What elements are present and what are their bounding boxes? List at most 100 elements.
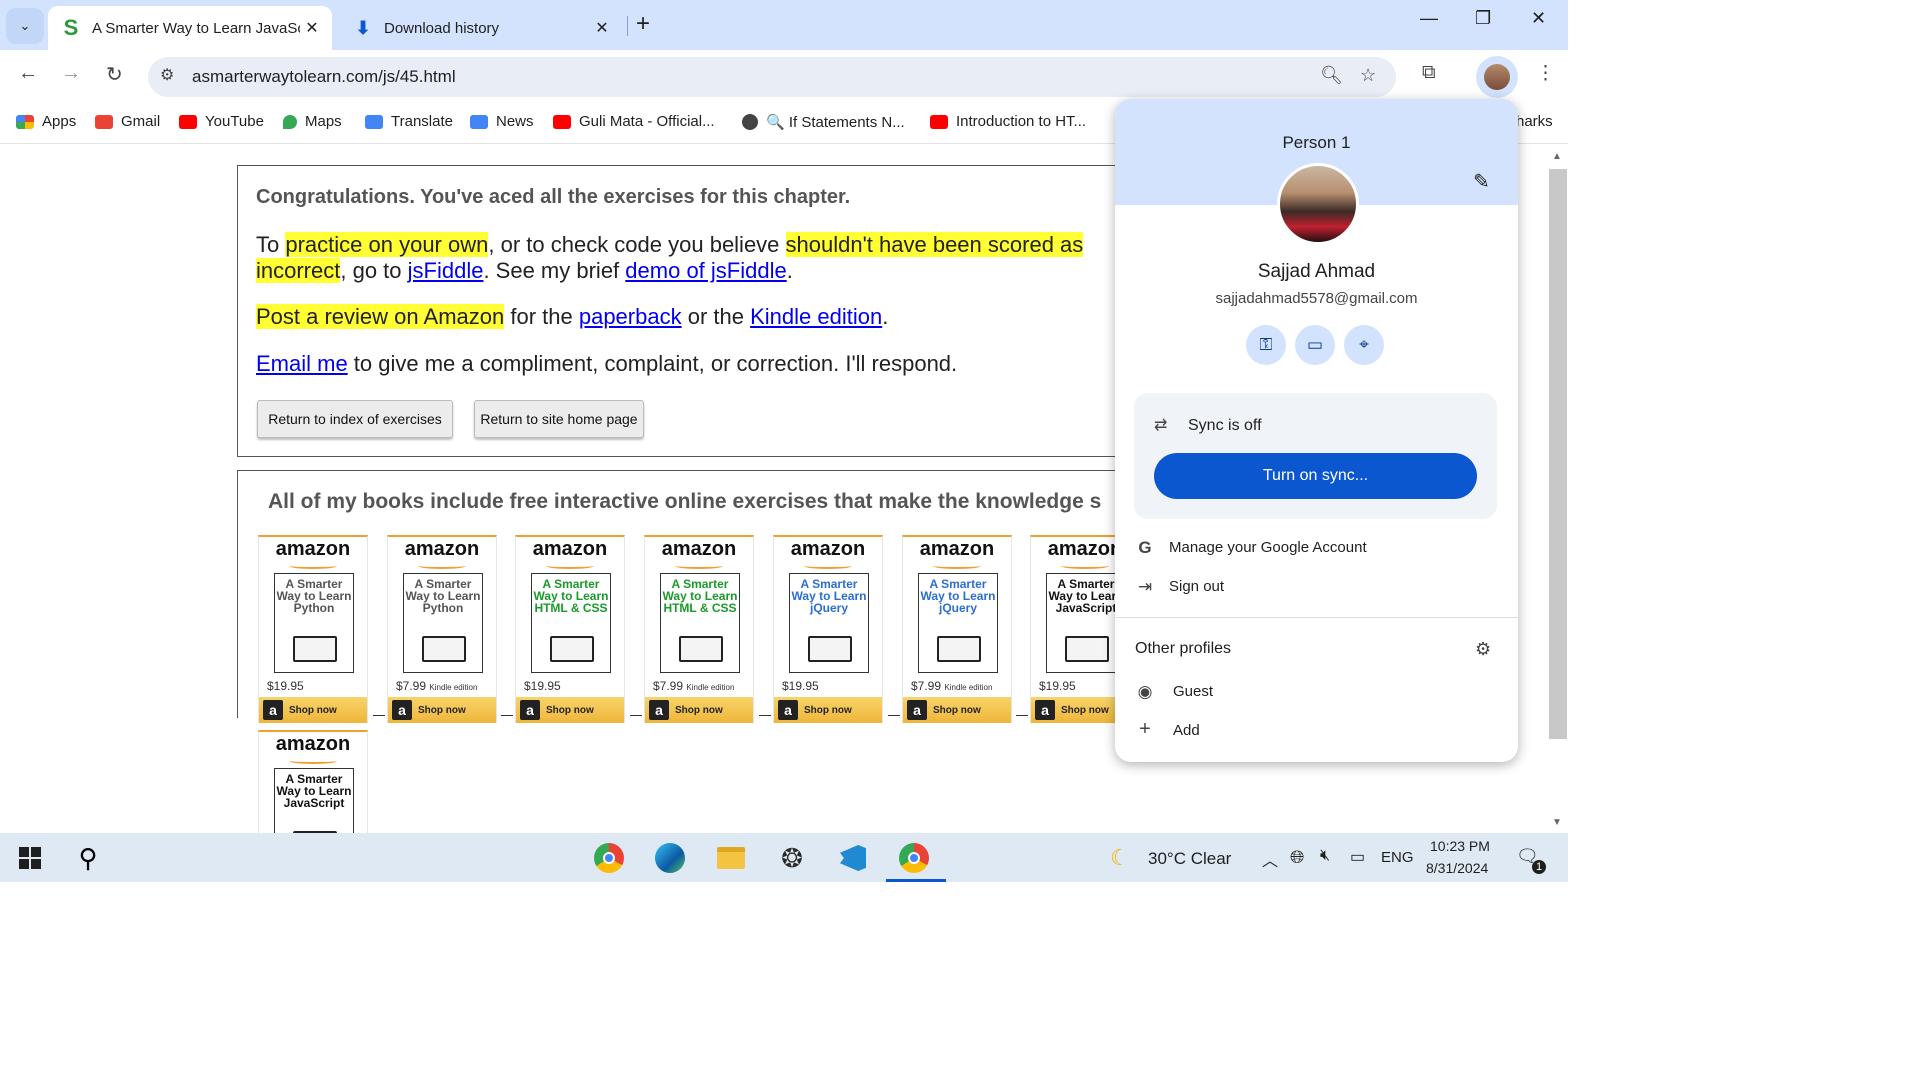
book-card[interactable]: amazon A Smarter Way to Learn Python $19.9… xyxy=(258,535,368,723)
profile-button[interactable] xyxy=(1476,56,1518,98)
return-home-button[interactable]: Return to site home page xyxy=(474,400,644,438)
turn-on-sync-button[interactable]: Turn on sync... xyxy=(1154,453,1477,499)
addresses-pin-icon[interactable]: ⌖ xyxy=(1344,325,1384,365)
network-globe-icon[interactable]: 🌐︎ xyxy=(1290,847,1304,868)
book-card[interactable]: amazon A Smarter Way to Learn jQuery $7.99… xyxy=(902,535,1012,723)
tab-download-history[interactable]: ⬇ Download history ✕ xyxy=(340,6,622,50)
bookmark-youtube[interactable]: YouTube xyxy=(179,113,264,130)
url-text[interactable]: asmarterwaytolearn.com/js/45.html xyxy=(192,67,456,87)
sign-out-item[interactable]: ⇥ Sign out xyxy=(1115,569,1518,605)
price-value: $7.99 xyxy=(911,679,942,693)
paperback-link[interactable]: paperback xyxy=(579,304,682,329)
bookmark-all-bookmarks[interactable]: harks xyxy=(1516,113,1553,130)
book-card[interactable]: amazon A Smarter Way to Learn HTML & CSS $… xyxy=(644,535,754,723)
amazon-logo: amazon xyxy=(790,538,866,560)
bookmark-guli-mata[interactable]: Guli Mata - Official... xyxy=(553,113,715,130)
clock-date[interactable]: 8/31/2024 xyxy=(1426,860,1488,876)
language-indicator[interactable]: ENG xyxy=(1381,849,1414,866)
amazon-smile-icon xyxy=(804,563,852,569)
bookmark-label: YouTube xyxy=(205,113,264,130)
demo-jsfiddle-link[interactable]: demo of jsFiddle xyxy=(625,258,786,283)
profile-avatar xyxy=(1277,163,1359,245)
book-card[interactable]: amazon A Smarter Way to Learn JavaScript xyxy=(258,730,368,833)
separator-dash xyxy=(759,715,771,716)
book-cover: A Smarter Way to Learn JavaScript xyxy=(1046,573,1126,673)
guest-profile-item[interactable]: ◉ Guest xyxy=(1115,674,1518,710)
site-info-icon[interactable]: ⚙ xyxy=(160,65,174,85)
return-index-button[interactable]: Return to index of exercises xyxy=(257,400,453,438)
file-explorer-taskbar-icon[interactable] xyxy=(715,842,747,874)
forward-button[interactable]: → xyxy=(61,62,81,85)
show-hidden-icons-chevron-icon[interactable]: ︿ xyxy=(1262,847,1278,871)
chatgpt-taskbar-icon[interactable]: ❂ xyxy=(776,842,808,874)
reload-button[interactable]: ↻ xyxy=(106,62,123,87)
close-window-button[interactable]: ✕ xyxy=(1531,8,1546,29)
text: . xyxy=(882,304,889,329)
tab-strip: ⌄ S A Smarter Way to Learn JavaScr ✕ ⬇ D… xyxy=(0,0,1568,50)
youtube-icon xyxy=(179,114,197,129)
tab-search-button[interactable]: ⌄ xyxy=(6,8,44,44)
payment-card-icon[interactable]: ▭ xyxy=(1295,325,1335,365)
extensions-icon[interactable]: ⧉ xyxy=(1422,62,1436,84)
address-bar[interactable]: ⚙ asmarterwaytolearn.com/js/45.html 🔍︎ ☆ xyxy=(148,57,1396,97)
shop-now-button[interactable]: a Shop now xyxy=(645,697,753,723)
scroll-up-icon[interactable]: ▲ xyxy=(1552,151,1562,162)
edge-taskbar-icon[interactable] xyxy=(654,842,686,874)
new-tab-button[interactable]: + xyxy=(636,10,650,38)
shop-now-button[interactable]: a Shop now xyxy=(774,697,882,723)
shop-now-button[interactable]: a Shop now xyxy=(903,697,1011,723)
manage-google-account-item[interactable]: G Manage your Google Account xyxy=(1115,530,1518,566)
weather-text[interactable]: 30°C Clear xyxy=(1148,849,1231,869)
zoom-icon[interactable]: 🔍︎ xyxy=(1320,65,1343,86)
email-me-link[interactable]: Email me xyxy=(256,351,348,376)
tab-active[interactable]: S A Smarter Way to Learn JavaScr ✕ xyxy=(48,6,332,50)
minimize-button[interactable]: — xyxy=(1420,8,1438,29)
windows-start-icon[interactable] xyxy=(14,842,46,874)
book-card[interactable]: amazon A Smarter Way to Learn Python $7.99… xyxy=(387,535,497,723)
clock-time[interactable]: 10:23 PM xyxy=(1430,838,1490,854)
manage-profiles-gear-icon[interactable]: ⚙ xyxy=(1475,639,1491,660)
edit-pencil-icon[interactable]: ✎ xyxy=(1473,169,1490,194)
chrome-active-taskbar-icon[interactable] xyxy=(898,842,930,874)
separator-dash xyxy=(501,715,513,716)
bookmark-apps[interactable]: Apps xyxy=(16,113,76,130)
edition-label: Kindle edition xyxy=(429,683,478,692)
page-scrollbar[interactable]: ▲ ▼ xyxy=(1548,145,1568,833)
close-tab-icon[interactable]: ✕ xyxy=(590,18,614,38)
bookmark-intro-html[interactable]: Introduction to HT... xyxy=(930,113,1086,130)
bookmark-gmail[interactable]: Gmail xyxy=(95,113,160,130)
menu-kebab-icon[interactable]: ⋮ xyxy=(1536,62,1555,85)
kindle-edition-link[interactable]: Kindle edition xyxy=(750,304,882,329)
restore-button[interactable]: ❐ xyxy=(1475,8,1491,29)
volume-muted-icon[interactable]: 🔇︎ xyxy=(1320,847,1330,865)
bookmark-maps[interactable]: Maps xyxy=(283,113,342,130)
books-heading: All of my books include free interactive… xyxy=(268,490,1102,513)
shop-now-label: Shop now xyxy=(1061,704,1109,716)
bookmark-translate[interactable]: Translate xyxy=(365,113,453,130)
bookmark-if-statements[interactable]: 🔍 If Statements N... xyxy=(742,113,905,131)
shop-now-button[interactable]: a Shop now xyxy=(388,697,496,723)
book-title: A Smarter Way to Learn jQuery xyxy=(791,577,867,615)
shop-now-button[interactable]: a Shop now xyxy=(259,697,367,723)
book-cover: A Smarter Way to Learn Python xyxy=(274,573,354,673)
passwords-key-icon[interactable]: ⚿ xyxy=(1246,325,1286,365)
close-tab-icon[interactable]: ✕ xyxy=(300,18,324,38)
chrome-taskbar-icon[interactable] xyxy=(593,842,625,874)
book-card[interactable]: amazon A Smarter Way to Learn jQuery $19.9… xyxy=(773,535,883,723)
weather-moon-icon: ☾ xyxy=(1110,845,1130,870)
amazon-a-icon: a xyxy=(263,700,283,720)
highlight-text: practice on your own xyxy=(285,232,489,257)
bookmark-star-icon[interactable]: ☆ xyxy=(1360,65,1376,86)
search-icon[interactable]: ⚲ xyxy=(72,842,104,874)
book-card[interactable]: amazon A Smarter Way to Learn HTML & CSS $… xyxy=(515,535,625,723)
jsfiddle-link[interactable]: jsFiddle xyxy=(408,258,484,283)
battery-icon[interactable]: ▭ xyxy=(1350,847,1365,867)
bookmark-news[interactable]: News xyxy=(470,113,534,130)
back-button[interactable]: ← xyxy=(18,62,38,85)
shop-now-button[interactable]: a Shop now xyxy=(516,697,624,723)
book-price: $7.99 Kindle edition xyxy=(911,679,992,693)
add-profile-item[interactable]: + Add xyxy=(1115,713,1518,749)
scrollbar-thumb[interactable] xyxy=(1549,169,1567,739)
vscode-taskbar-icon[interactable] xyxy=(837,842,869,874)
scroll-down-icon[interactable]: ▼ xyxy=(1552,817,1562,828)
